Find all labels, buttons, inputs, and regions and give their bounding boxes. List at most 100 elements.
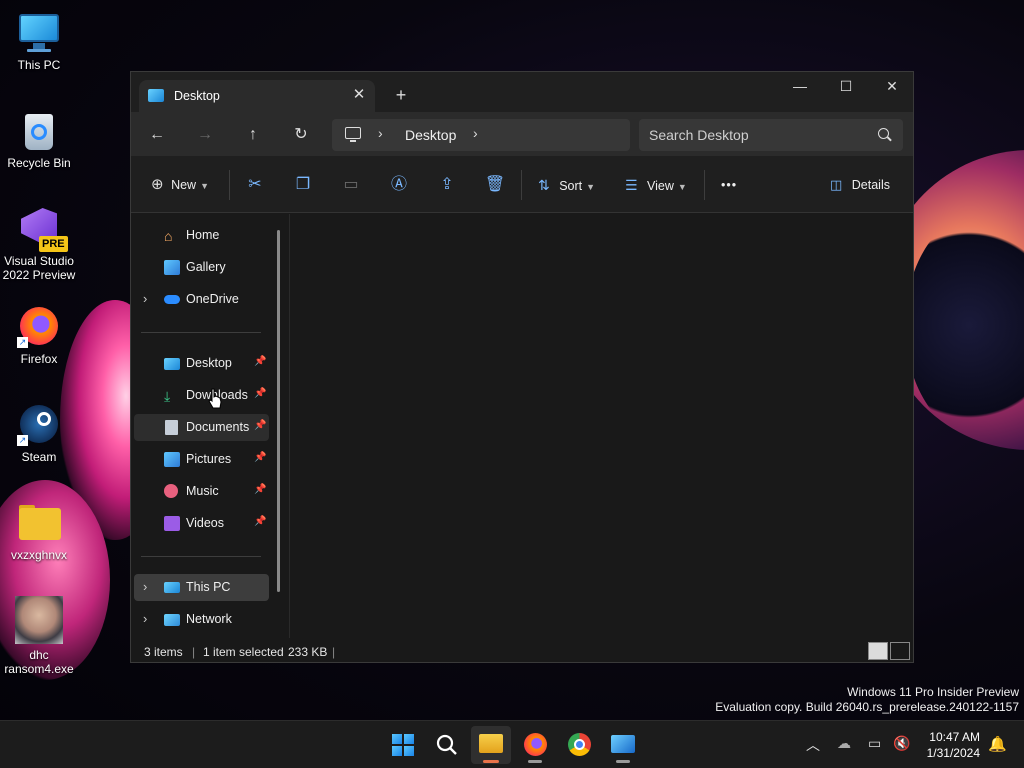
forward-button[interactable]: →	[191, 122, 219, 148]
file-explorer-icon	[479, 734, 503, 753]
minimize-button[interactable]: —	[777, 72, 823, 102]
desktop-icon-steam[interactable]: ↗ Steam	[0, 402, 78, 464]
navigation-pane: ⌂ Home Gallery › OneDrive Desktop 📌 ⤓ Do…	[131, 214, 286, 638]
rename-icon[interactable]: Ⓐ	[385, 172, 413, 198]
share-icon[interactable]: ⇪	[433, 172, 461, 198]
onedrive-tray-icon[interactable]: ☁	[837, 735, 851, 752]
chevron-right-icon[interactable]: ›	[473, 125, 478, 141]
active-indicator	[483, 760, 499, 763]
delete-icon[interactable]: 🗑	[481, 172, 509, 198]
notification-bell-icon[interactable]: 🔔	[988, 735, 1007, 753]
chevron-right-icon[interactable]: ›	[378, 125, 383, 141]
sidebar-item-desktop[interactable]: Desktop 📌	[134, 350, 269, 377]
more-options-button[interactable]: •••	[721, 172, 737, 198]
details-button[interactable]: ◫ Details	[830, 172, 890, 198]
desktop-icon-this-pc[interactable]: This PC	[0, 10, 78, 72]
sidebar-item-label: This PC	[186, 580, 231, 594]
sidebar-item-pictures[interactable]: Pictures 📌	[134, 446, 269, 473]
sidebar-item-label: Network	[186, 612, 232, 626]
sidebar-scrollbar[interactable]	[277, 230, 280, 592]
sidebar-item-documents[interactable]: Documents 📌	[134, 414, 269, 441]
search-box[interactable]	[639, 119, 903, 151]
downloads-icon: ⤓	[164, 388, 171, 404]
pin-icon[interactable]: 📌	[254, 516, 266, 527]
details-pane-icon: ◫	[830, 177, 843, 192]
chevron-down-icon: ▼	[586, 182, 596, 192]
title-bar[interactable]: Desktop ✕ + — ☐ ✕	[131, 72, 913, 112]
chevron-right-icon[interactable]: ›	[143, 579, 147, 594]
pin-icon[interactable]: 📌	[254, 388, 266, 399]
taskbar-chrome[interactable]	[559, 726, 599, 764]
details-label: Details	[851, 178, 890, 192]
details-view-toggle[interactable]	[868, 642, 888, 660]
taskbar-search-button[interactable]	[427, 726, 467, 764]
desktop-icon-recycle-bin[interactable]: Recycle Bin	[0, 108, 78, 170]
sidebar-item-label: Home	[186, 228, 220, 242]
refresh-button[interactable]: ↻	[287, 122, 315, 148]
address-bar[interactable]: › Desktop ›	[332, 119, 630, 151]
taskbar-photos[interactable]	[603, 726, 643, 764]
copy-icon[interactable]: ❐	[289, 172, 317, 198]
sidebar-item-downloads[interactable]: ⤓ Downloads 📌	[134, 382, 269, 409]
large-icons-view-toggle[interactable]	[890, 642, 910, 660]
sidebar-item-videos[interactable]: Videos 📌	[134, 510, 269, 537]
desktop-icon-visual-studio[interactable]: PRE Visual Studio 2022 Preview	[0, 206, 78, 282]
chevron-right-icon[interactable]: ›	[143, 611, 147, 626]
up-button[interactable]: ↑	[239, 122, 267, 148]
view-label: View	[647, 179, 674, 193]
pin-icon[interactable]: 📌	[254, 420, 266, 431]
view-icon: ☰	[625, 177, 638, 193]
firefox-icon: ↗	[17, 304, 61, 348]
pin-icon[interactable]: 📌	[254, 452, 266, 463]
desktop-icon-folder[interactable]: vxzxghnvx	[0, 500, 78, 562]
start-button[interactable]	[382, 726, 422, 764]
sidebar-item-label: Pictures	[186, 452, 232, 466]
sort-icon: ⇅	[538, 177, 550, 193]
cut-icon[interactable]: ✂	[241, 172, 269, 198]
watermark-edition: Windows 11 Pro Insider Preview	[847, 685, 1019, 699]
back-button[interactable]: ←	[143, 122, 171, 148]
show-hidden-icons-chevron-icon[interactable]: ︿	[806, 735, 820, 755]
chevron-right-icon[interactable]: ›	[143, 291, 147, 306]
address-location[interactable]: Desktop	[405, 127, 456, 143]
documents-icon	[165, 420, 178, 435]
desktop-icon-firefox[interactable]: ↗ Firefox	[0, 304, 78, 366]
file-list-area[interactable]	[289, 214, 913, 638]
desktop-icon-label: Recycle Bin	[7, 156, 71, 170]
photos-icon	[611, 735, 635, 753]
taskbar-file-explorer[interactable]	[471, 726, 511, 764]
search-icon[interactable]	[878, 128, 889, 139]
close-window-button[interactable]: ✕	[869, 72, 915, 102]
view-button[interactable]: ☰ View ▼	[625, 172, 687, 198]
sort-button[interactable]: ⇅ Sort ▼	[538, 172, 595, 198]
sidebar-item-gallery[interactable]: Gallery	[134, 254, 269, 281]
search-input[interactable]	[649, 125, 869, 145]
taskbar-firefox[interactable]	[515, 726, 555, 764]
running-indicator	[528, 760, 542, 763]
new-tab-button[interactable]: +	[389, 84, 413, 108]
desktop-icon-exe[interactable]: dhc ransom4.exe	[0, 596, 78, 676]
clock[interactable]: 10:47 AM 1/31/2024	[918, 729, 980, 761]
sidebar-item-network[interactable]: › Network	[134, 606, 269, 633]
this-pc-icon	[345, 127, 361, 142]
pictures-icon	[164, 452, 180, 467]
close-tab-button[interactable]: ✕	[349, 85, 369, 105]
sidebar-item-home[interactable]: ⌂ Home	[134, 222, 269, 249]
this-pc-icon	[164, 582, 180, 593]
tab-desktop[interactable]: Desktop ✕	[139, 80, 375, 112]
sidebar-item-music[interactable]: Music 📌	[134, 478, 269, 505]
sidebar-item-label: Documents	[186, 420, 250, 434]
sidebar-item-label: Desktop	[186, 356, 232, 370]
sidebar-item-onedrive[interactable]: › OneDrive	[134, 286, 269, 313]
pin-icon[interactable]: 📌	[254, 356, 266, 367]
new-button[interactable]: ⊕ New ▼	[151, 172, 209, 198]
sidebar-item-this-pc[interactable]: › This PC	[134, 574, 269, 601]
sidebar-item-label: Gallery	[186, 260, 226, 274]
pin-icon[interactable]: 📌	[254, 484, 266, 495]
maximize-button[interactable]: ☐	[823, 72, 869, 102]
paste-icon[interactable]: ▭	[337, 172, 365, 198]
status-bar: 3 items | 1 item selected 233 KB |	[131, 638, 913, 662]
network-tray-icon[interactable]: ▭	[868, 735, 881, 752]
volume-muted-icon[interactable]: 🔇	[893, 735, 910, 752]
desktop-folder-icon	[164, 358, 180, 370]
